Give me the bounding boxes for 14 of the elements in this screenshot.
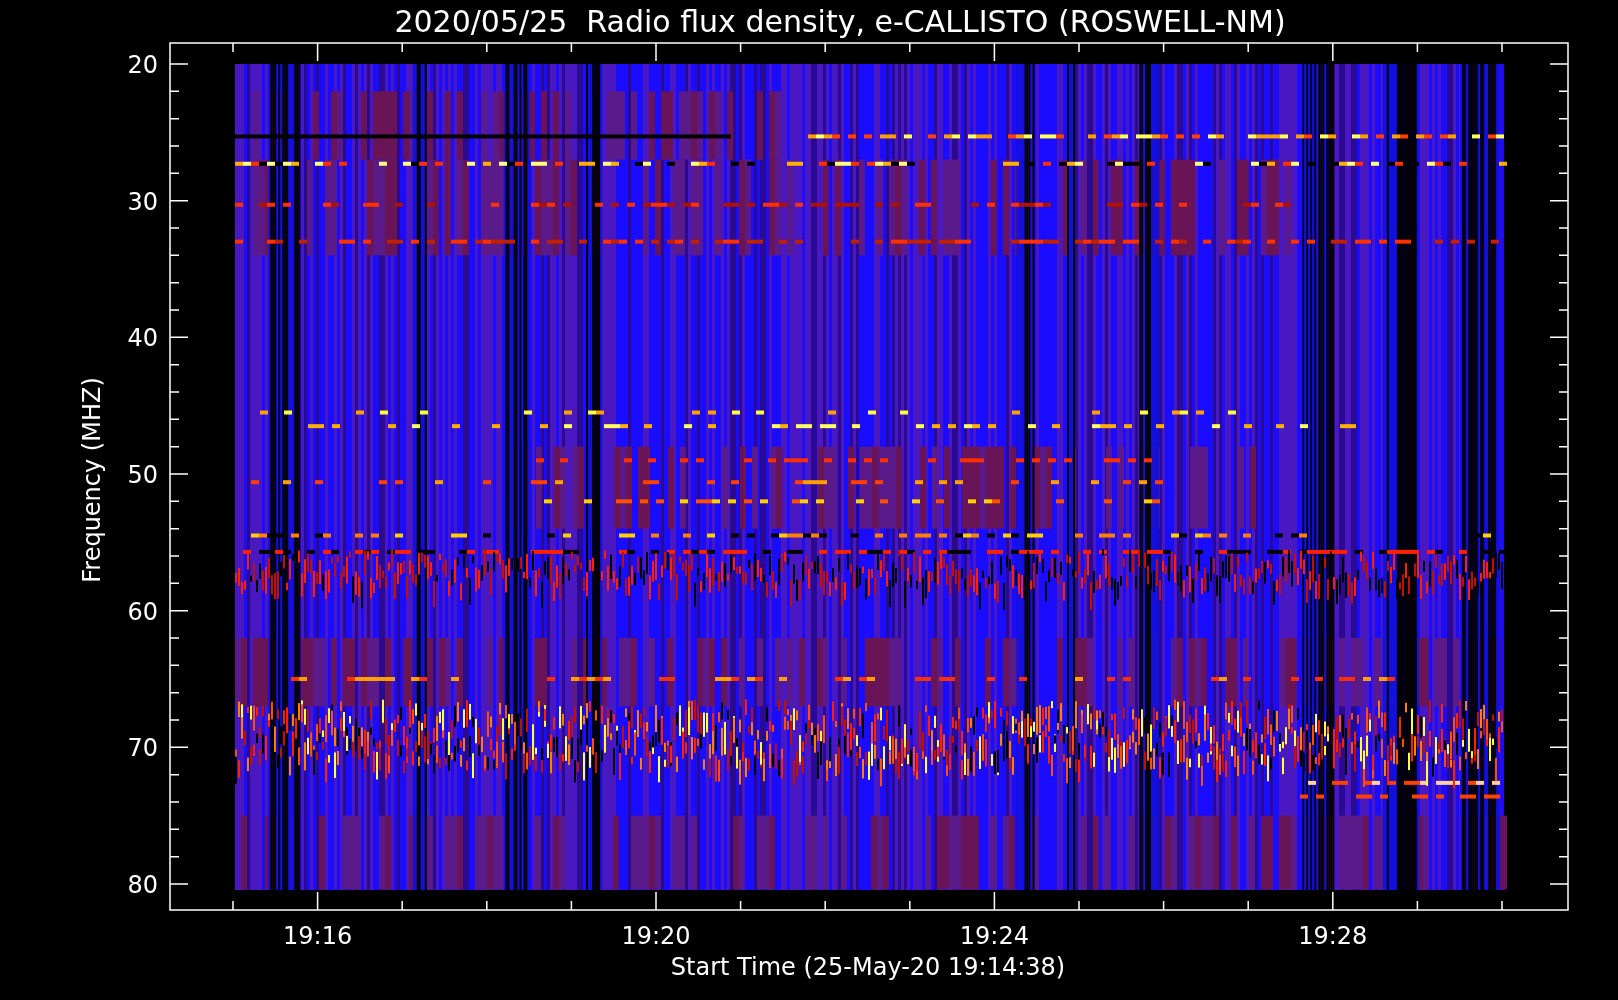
tick-label: 19:20 [621,922,691,950]
tick-label: 70 [127,734,158,763]
tick-label: 19:28 [1298,922,1368,950]
tick-label: 60 [127,597,158,626]
tick-label: 50 [127,461,158,489]
tick-label: 19:24 [959,922,1029,950]
chart-title: 2020/05/25 Radio flux density, e-CALLISTO (ROSWELL-NM) [394,4,1286,39]
tick-label: 80 [127,871,158,899]
tick-label: 30 [127,187,158,216]
axis-label: Start Time (25-May-20 19:14:38) [670,953,1066,981]
tick-label: 19:16 [283,922,353,950]
axis-label: Frequency (MHZ) [78,377,106,583]
tick-label: 40 [127,324,158,353]
tick-label: 20 [127,51,158,79]
